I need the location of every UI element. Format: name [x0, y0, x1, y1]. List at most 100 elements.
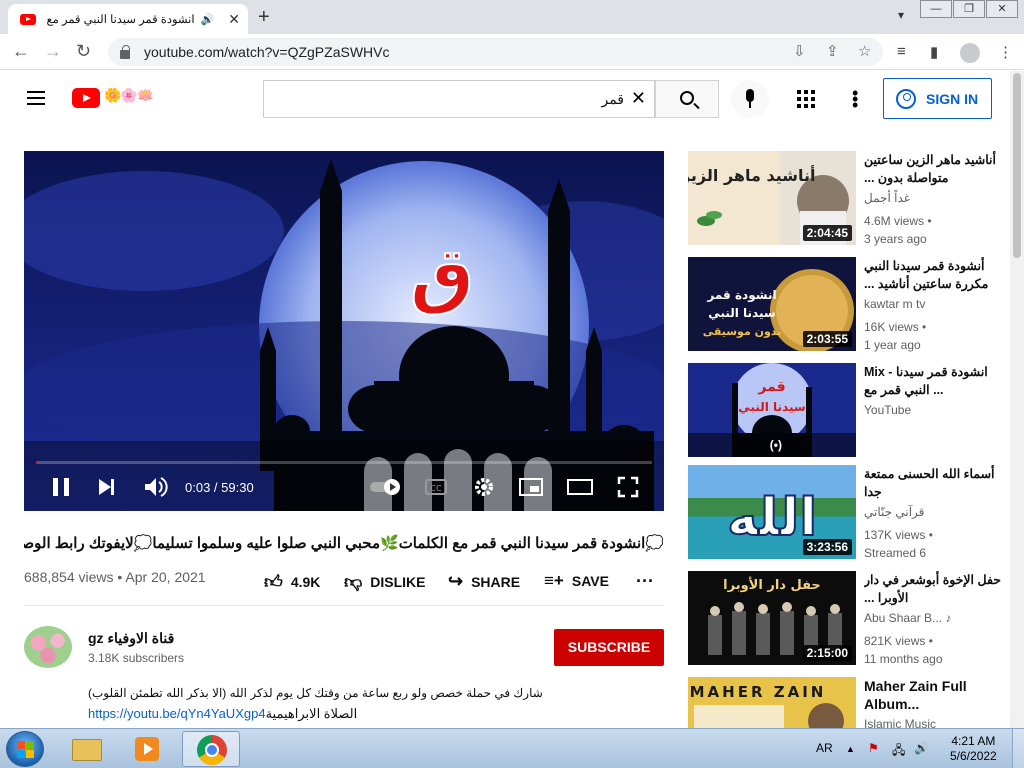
- minimize-button[interactable]: —: [920, 0, 952, 18]
- miniplayer-icon[interactable]: [518, 473, 544, 501]
- show-desktop-button[interactable]: [1012, 729, 1024, 768]
- subscribe-button[interactable]: SUBSCRIBE: [554, 629, 664, 666]
- chrome-taskbar-icon[interactable]: [182, 731, 240, 767]
- sidebar-video-title[interactable]: حفل الإخوة أبوشعر في دار الأوبرا ...: [864, 571, 1004, 607]
- video-thumbnail[interactable]: MAHER ZAIN: [688, 677, 856, 728]
- account-icon: [896, 88, 916, 109]
- description-link-suffix: الصلاة الابراهيمية: [265, 706, 358, 721]
- thumbs-up-icon: 👍︎: [264, 572, 283, 592]
- page-scrollbar[interactable]: [1010, 71, 1024, 728]
- install-icon[interactable]: ⇩: [793, 42, 806, 60]
- sidebar-video-title[interactable]: Maher Zain Full Album...: [864, 677, 1004, 713]
- volume-tray-icon[interactable]: 🔊: [914, 741, 929, 755]
- profile-avatar-icon[interactable]: [960, 43, 980, 63]
- file-explorer-icon[interactable]: [60, 731, 114, 767]
- progress-bar[interactable]: [36, 461, 652, 464]
- volume-icon[interactable]: [142, 473, 168, 501]
- media-player-icon[interactable]: [120, 731, 174, 767]
- language-indicator[interactable]: AR: [816, 741, 833, 755]
- video-thumbnail[interactable]: أناشيد ماهر الزين 2:04:45: [688, 151, 856, 245]
- video-thumbnail[interactable]: قمر سيدنا النبي (•): [688, 363, 856, 457]
- sidebar-channel-name[interactable]: قرآني جنّاتي: [864, 505, 924, 519]
- start-button[interactable]: [6, 731, 44, 767]
- sidebar-video-title[interactable]: Mix - انشودة قمر سيدنا النبي قمر مع ...: [864, 363, 1004, 399]
- share-button[interactable]: ↪ SHARE: [448, 571, 520, 592]
- tab-close-button[interactable]: ✕: [228, 11, 240, 28]
- like-button[interactable]: 👍︎ 4.9K: [264, 571, 320, 593]
- divider: [24, 605, 664, 606]
- share-page-icon[interactable]: ⇪: [826, 42, 839, 60]
- back-icon[interactable]: ←: [12, 41, 30, 62]
- video-player[interactable]: ق 0:03 / 59:30 CC: [24, 151, 664, 511]
- sign-in-label: SIGN IN: [926, 90, 979, 107]
- menu-icon[interactable]: [27, 91, 45, 105]
- tab-strip: انشودة قمر سيدنا النبي قمر مع الكلمات 🔊 …: [0, 0, 1024, 34]
- sidebar-channel-name[interactable]: غداً أجمل: [864, 191, 910, 205]
- new-tab-button[interactable]: +: [258, 6, 270, 29]
- sidebar-video-title[interactable]: أسماء الله الحسنى ممتعة جدا: [864, 465, 1004, 501]
- window-close-button[interactable]: ✕: [986, 0, 1018, 18]
- big-letter: ق: [410, 232, 474, 316]
- video-thumbnail[interactable]: حفل دار الأوبرا 2:15:00: [688, 571, 856, 665]
- sidebar-channel-name[interactable]: kawtar m tv: [864, 297, 925, 311]
- sidebar-video-item[interactable]: أناشيد ماهر الزين 2:04:45 أناشيد ماهر ال…: [688, 151, 1004, 246]
- active-tab[interactable]: انشودة قمر سيدنا النبي قمر مع الكلمات 🔊 …: [8, 4, 248, 34]
- video-thumbnail[interactable]: الله 3:23:56: [688, 465, 856, 559]
- forward-icon[interactable]: →: [44, 41, 62, 62]
- side-panel-icon[interactable]: ▮: [930, 43, 938, 61]
- save-button[interactable]: ≡+ SAVE: [544, 571, 609, 591]
- lock-icon[interactable]: [120, 44, 130, 59]
- captions-icon[interactable]: CC: [424, 473, 448, 501]
- search-query-text[interactable]: قمر: [601, 91, 624, 108]
- restore-button[interactable]: ❐: [953, 0, 985, 18]
- audio-playing-icon[interactable]: 🔊: [201, 13, 215, 26]
- sidebar-channel-name[interactable]: Abu Shaar B... ♪: [864, 611, 951, 625]
- sidebar-video-item[interactable]: حفل دار الأوبرا 2:15:00 حفل الإخوة أبوشع…: [688, 571, 1004, 666]
- logo-doodle[interactable]: 🌼🌸🪷: [104, 87, 154, 104]
- search-input[interactable]: قمر ✕: [263, 80, 655, 118]
- theater-mode-icon[interactable]: [566, 473, 594, 501]
- media-controls-icon[interactable]: ≡: [897, 43, 906, 60]
- autoplay-toggle[interactable]: [368, 473, 404, 501]
- sidebar-channel-name[interactable]: YouTube: [864, 403, 911, 417]
- network-icon[interactable]: 🖧: [892, 741, 905, 762]
- bookmark-star-icon[interactable]: ☆: [858, 42, 871, 60]
- svg-text:حفل دار الأوبرا: حفل دار الأوبرا: [723, 576, 821, 593]
- dislike-button[interactable]: 👎︎ DISLIKE: [344, 571, 426, 593]
- more-actions-icon[interactable]: ···: [636, 571, 654, 592]
- mic-icon[interactable]: [731, 80, 769, 118]
- settings-gear-icon[interactable]: [472, 473, 496, 501]
- description-link[interactable]: https://youtu.be/qYn4YaUXgp4: [88, 706, 266, 721]
- action-center-flag-icon[interactable]: ⚑: [868, 741, 879, 755]
- show-hidden-icons-icon[interactable]: ▲: [846, 744, 855, 754]
- sidebar-video-title[interactable]: أناشيد ماهر الزين ساعتين متواصلة بدون ..…: [864, 151, 1004, 187]
- search-button[interactable]: [655, 80, 719, 118]
- apps-icon[interactable]: [797, 90, 815, 108]
- sidebar-video-item[interactable]: MAHER ZAIN Maher Zain Full Album... Isla…: [688, 677, 1004, 728]
- clear-search-icon[interactable]: ✕: [631, 88, 646, 109]
- system-clock[interactable]: 4:21 AM 5/6/2022: [950, 734, 997, 764]
- sidebar-age: 3 years ago: [864, 232, 927, 246]
- more-icon[interactable]: • • •: [852, 84, 858, 114]
- youtube-logo[interactable]: [72, 88, 100, 108]
- browser-menu-icon[interactable]: ⋮: [998, 43, 1013, 61]
- omnibox[interactable]: youtube.com/watch?v=QZgPZaSWHVc: [108, 38, 883, 66]
- sidebar-video-item[interactable]: قمر سيدنا النبي (•) Mix - انشودة قمر سيد…: [688, 363, 1004, 457]
- pause-icon[interactable]: [50, 473, 72, 501]
- sidebar-video-item[interactable]: الله 3:23:56 أسماء الله الحسنى ممتعة جدا…: [688, 465, 1004, 560]
- sidebar-views: 16K views •: [864, 320, 927, 334]
- sidebar-video-title[interactable]: أنشودة قمر سيدنا النبي مكررة ساعتين أناش…: [864, 257, 1004, 293]
- sign-in-button[interactable]: SIGN IN: [883, 78, 992, 119]
- next-icon[interactable]: [96, 473, 118, 501]
- sidebar-video-item[interactable]: انشودة قمر سيدنا النبي بدون موسيقى 2:03:…: [688, 257, 1004, 352]
- tab-search-chevron-icon[interactable]: ▾: [898, 8, 904, 22]
- channel-name[interactable]: gz قناة الاوفياء: [88, 630, 174, 647]
- sidebar-channel-name[interactable]: Islamic Music: [864, 717, 936, 728]
- url-text[interactable]: youtube.com/watch?v=QZgPZaSWHVc: [144, 44, 390, 60]
- channel-avatar[interactable]: [24, 626, 72, 668]
- video-thumbnail[interactable]: انشودة قمر سيدنا النبي بدون موسيقى 2:03:…: [688, 257, 856, 351]
- fullscreen-icon[interactable]: [616, 473, 640, 501]
- scrollbar-thumb[interactable]: [1013, 73, 1021, 258]
- reload-icon[interactable]: ↻: [76, 41, 91, 62]
- playlist-add-icon: ≡+: [544, 571, 564, 590]
